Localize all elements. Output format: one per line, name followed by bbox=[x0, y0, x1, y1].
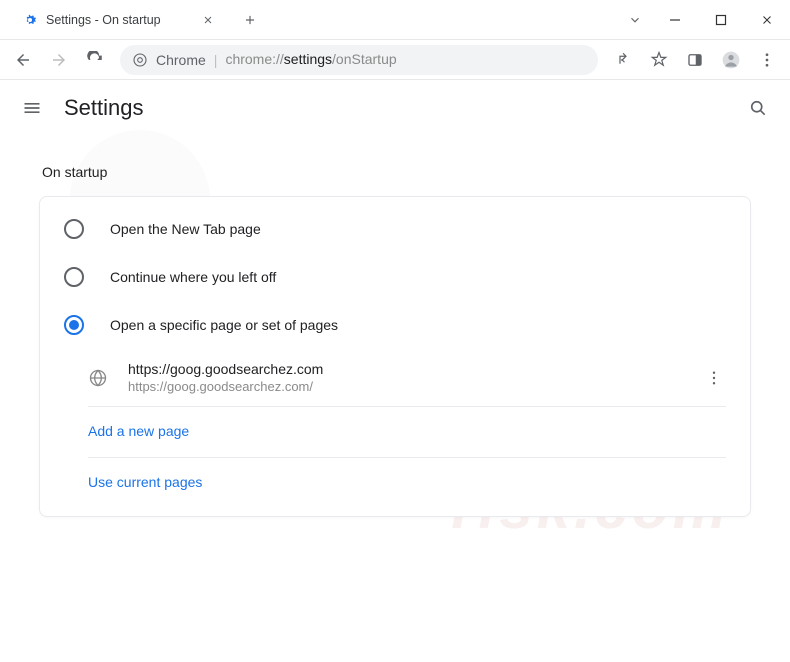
back-button[interactable] bbox=[6, 43, 40, 77]
gear-icon bbox=[22, 12, 38, 28]
radio-icon bbox=[64, 267, 84, 287]
profile-button[interactable] bbox=[714, 43, 748, 77]
side-panel-button[interactable] bbox=[678, 43, 712, 77]
page-title: Settings bbox=[64, 95, 144, 121]
globe-icon bbox=[88, 368, 108, 388]
close-tab-button[interactable] bbox=[200, 12, 216, 28]
bookmark-button[interactable] bbox=[642, 43, 676, 77]
section-label: On startup bbox=[42, 164, 766, 180]
radio-icon bbox=[64, 219, 84, 239]
startup-page-row: https://goog.goodsearchez.com https://go… bbox=[88, 349, 726, 407]
startup-pages-list: https://goog.goodsearchez.com https://go… bbox=[88, 349, 726, 508]
use-current-link: Use current pages bbox=[88, 474, 202, 490]
minimize-button[interactable] bbox=[652, 1, 698, 39]
hamburger-menu-button[interactable] bbox=[20, 96, 44, 120]
radio-label: Open the New Tab page bbox=[110, 221, 261, 237]
page-more-button[interactable] bbox=[702, 369, 726, 387]
startup-page-url: https://goog.goodsearchez.com/ bbox=[128, 379, 682, 394]
forward-button[interactable] bbox=[42, 43, 76, 77]
startup-page-name: https://goog.goodsearchez.com bbox=[128, 361, 682, 377]
startup-card: Open the New Tab page Continue where you… bbox=[39, 196, 751, 517]
radio-option-specific[interactable]: Open a specific page or set of pages bbox=[40, 301, 750, 349]
radio-label: Open a specific page or set of pages bbox=[110, 317, 338, 333]
omnibox-prefix: Chrome bbox=[156, 52, 206, 68]
add-page-row[interactable]: Add a new page bbox=[88, 407, 726, 458]
settings-header: Settings bbox=[0, 80, 790, 136]
add-page-link: Add a new page bbox=[88, 423, 189, 439]
browser-tab[interactable]: Settings - On startup bbox=[8, 2, 228, 38]
reload-button[interactable] bbox=[78, 43, 112, 77]
share-button[interactable] bbox=[606, 43, 640, 77]
menu-button[interactable] bbox=[750, 43, 784, 77]
radio-option-continue[interactable]: Continue where you left off bbox=[40, 253, 750, 301]
browser-toolbar: Chrome | chrome://settings/onStartup bbox=[0, 40, 790, 80]
close-window-button[interactable] bbox=[744, 1, 790, 39]
omnibox-url: chrome://settings/onStartup bbox=[225, 51, 396, 69]
radio-label: Continue where you left off bbox=[110, 269, 276, 285]
radio-option-newtab[interactable]: Open the New Tab page bbox=[40, 205, 750, 253]
chevron-down-icon[interactable] bbox=[620, 13, 650, 27]
radio-icon bbox=[64, 315, 84, 335]
use-current-row[interactable]: Use current pages bbox=[88, 458, 726, 508]
window-titlebar: Settings - On startup bbox=[0, 0, 790, 40]
settings-content: On startup Open the New Tab page Continu… bbox=[0, 136, 790, 533]
address-bar[interactable]: Chrome | chrome://settings/onStartup bbox=[120, 45, 598, 75]
maximize-button[interactable] bbox=[698, 1, 744, 39]
chrome-icon bbox=[132, 52, 148, 68]
tab-title: Settings - On startup bbox=[46, 13, 192, 27]
omnibox-divider: | bbox=[214, 52, 218, 68]
search-button[interactable] bbox=[746, 96, 770, 120]
new-tab-button[interactable] bbox=[236, 6, 264, 34]
